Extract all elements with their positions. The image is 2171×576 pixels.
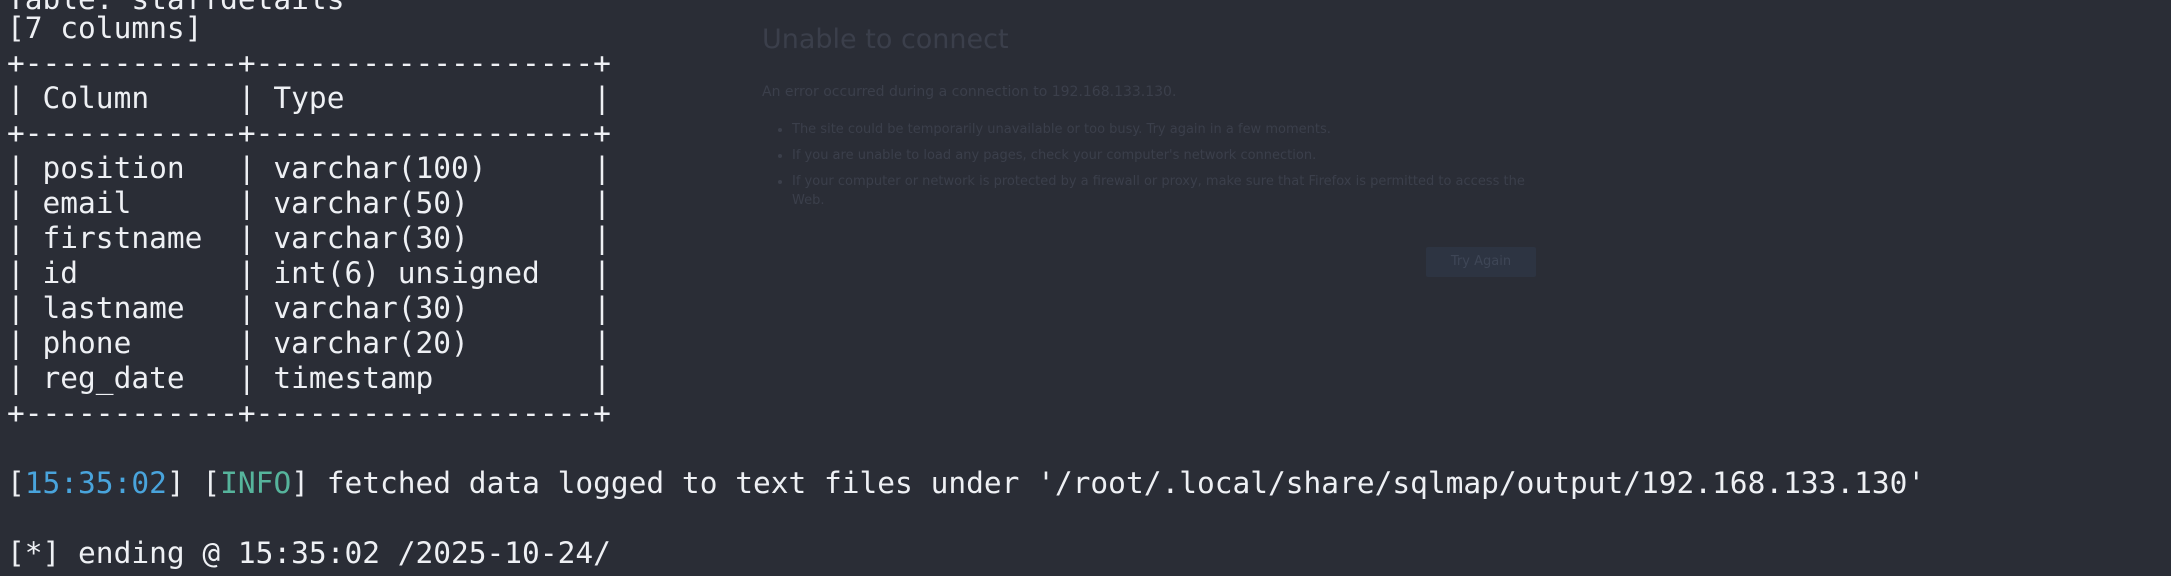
table-row: | reg_date | timestamp |: [7, 361, 611, 395]
table-row: | position | varchar(100) |: [7, 151, 611, 185]
table-border-top: +------------+-------------------+: [7, 46, 611, 80]
terminal-output[interactable]: Table: staffdetails [7 columns] +-------…: [0, 0, 2171, 576]
log-timestamp: 15:35:02: [24, 466, 167, 500]
log-message: ] fetched data logged to text files unde…: [291, 466, 1926, 500]
column-count-line: [7 columns]: [7, 11, 203, 45]
table-row: | firstname | varchar(30) |: [7, 221, 611, 255]
ending-line: [*] ending @ 15:35:02 /2025-10-24/: [7, 536, 611, 570]
bracket: ] [: [166, 466, 221, 500]
info-log-line: [15:35:02] [INFO] fetched data logged to…: [7, 466, 1925, 501]
table-row: | phone | varchar(20) |: [7, 326, 611, 360]
table-row: | lastname | varchar(30) |: [7, 291, 611, 325]
table-row: | id | int(6) unsigned |: [7, 256, 611, 290]
bracket: [: [7, 466, 25, 500]
log-level: INFO: [220, 466, 292, 500]
table-border-bottom: +------------+-------------------+: [7, 396, 611, 430]
table-row: | email | varchar(50) |: [7, 186, 611, 220]
table-header-row: | Column | Type |: [7, 81, 611, 115]
table-border-header: +------------+-------------------+: [7, 116, 611, 150]
